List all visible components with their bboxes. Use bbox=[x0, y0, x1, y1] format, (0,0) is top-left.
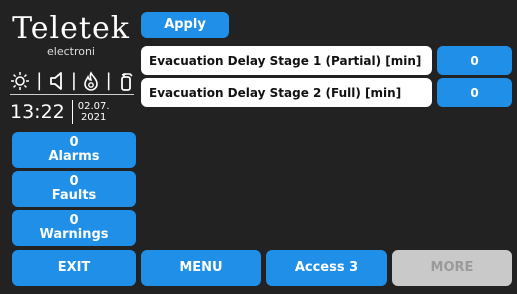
apply-button[interactable]: Apply bbox=[141, 12, 229, 38]
setting-value-stage1[interactable]: 0 bbox=[437, 46, 512, 75]
setting-label-stage2: Evacuation Delay Stage 2 (Full) [min] bbox=[141, 78, 432, 107]
exit-button[interactable]: EXIT bbox=[12, 250, 136, 286]
brand-logo: Teletek electroni bbox=[8, 11, 134, 59]
status-divider bbox=[10, 94, 134, 95]
alarms-label: Alarms bbox=[48, 149, 100, 164]
menu-button[interactable]: MENU bbox=[141, 250, 261, 286]
warnings-button[interactable]: 0 Warnings bbox=[12, 210, 136, 246]
sun-icon bbox=[10, 71, 30, 91]
setting-value-stage2[interactable]: 0 bbox=[437, 78, 512, 107]
clock-time: 13:22 bbox=[10, 101, 65, 123]
clock-date: 02.07. 2021 bbox=[78, 101, 110, 123]
faults-button[interactable]: 0 Faults bbox=[12, 171, 136, 207]
alarms-count: 0 bbox=[69, 135, 79, 150]
faults-count: 0 bbox=[69, 174, 79, 189]
fire-extinguisher-icon bbox=[118, 71, 134, 91]
warnings-count: 0 bbox=[69, 213, 79, 228]
status-icons: | | | bbox=[10, 70, 134, 91]
alarms-button[interactable]: 0 Alarms bbox=[12, 132, 136, 168]
clock-date-year: 2021 bbox=[80, 112, 107, 123]
clock-separator bbox=[71, 100, 73, 124]
fire-icon bbox=[83, 70, 99, 91]
warnings-label: Warnings bbox=[39, 227, 109, 242]
status-separator: | bbox=[36, 70, 43, 91]
more-button[interactable]: MORE bbox=[392, 250, 512, 286]
setting-label-stage1: Evacuation Delay Stage 1 (Partial) [min] bbox=[141, 46, 432, 75]
faults-label: Faults bbox=[51, 188, 97, 203]
status-separator: | bbox=[70, 70, 77, 91]
speaker-icon bbox=[49, 71, 65, 91]
brand-name: Teletek bbox=[12, 11, 130, 46]
clock-date-day: 02.07. bbox=[77, 101, 110, 112]
access-level-button[interactable]: Access 3 bbox=[266, 250, 387, 286]
panel-screen: Teletek electroni | | | 13:22 02.07. 202… bbox=[0, 0, 517, 294]
brand-subtitle: electroni bbox=[47, 45, 95, 58]
status-separator: | bbox=[105, 70, 112, 91]
clock: 13:22 02.07. 2021 bbox=[10, 100, 136, 124]
